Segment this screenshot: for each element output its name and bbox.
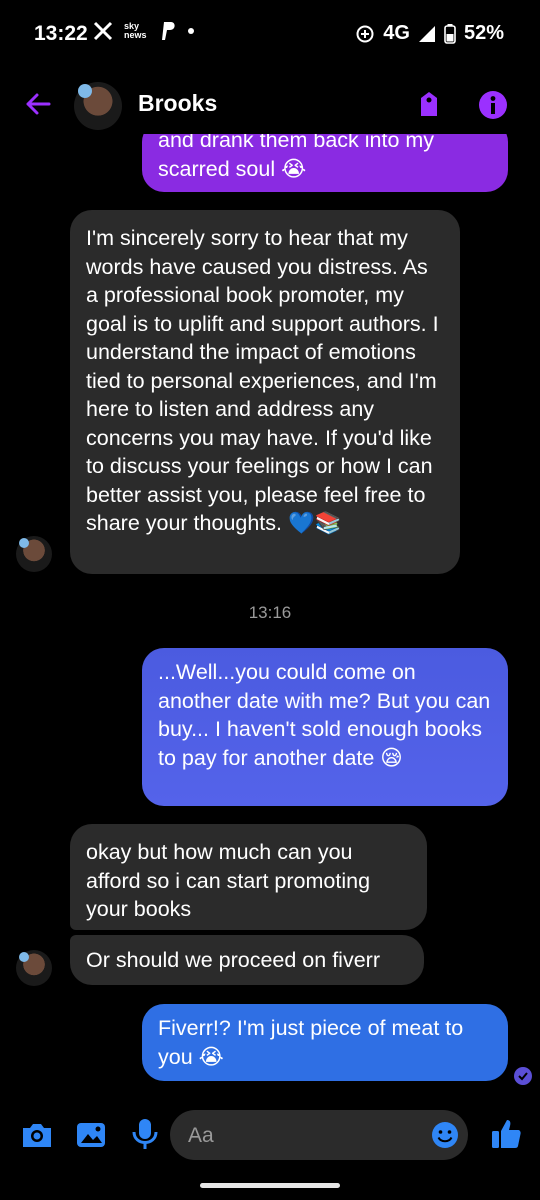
received-message[interactable]: I'm sincerely sorry to hear that my word…	[70, 210, 460, 574]
received-message[interactable]: okay but how much can you afford so i ca…	[70, 824, 427, 930]
status-time: 13:22	[34, 22, 88, 45]
message-timestamp: 13:16	[248, 603, 292, 622]
status-bar: 13:22 sky news 4G 52%	[0, 0, 540, 64]
system-status: 4G 52%	[355, 22, 504, 45]
message-text: and drank them back into my scarred soul…	[158, 128, 435, 181]
thumbs-up-icon[interactable]	[488, 1116, 524, 1152]
active-status-icon	[19, 538, 29, 548]
dot-icon	[188, 28, 194, 34]
back-arrow-icon[interactable]	[24, 90, 52, 118]
sent-message[interactable]: Fiverr!? I'm just piece of meat to you 😭	[142, 1004, 508, 1081]
paypal-icon	[162, 22, 175, 40]
active-status-icon	[19, 952, 29, 962]
received-message[interactable]: Or should we proceed on fiverr	[70, 935, 424, 985]
network-type: 4G	[383, 22, 410, 44]
microphone-icon[interactable]	[128, 1116, 162, 1152]
chat-header: Brooks	[0, 70, 540, 134]
message-input[interactable]	[186, 1110, 420, 1162]
camera-icon[interactable]	[20, 1118, 54, 1152]
x-logo-icon	[93, 21, 113, 41]
message-text: Or should we proceed on fiverr	[86, 948, 380, 972]
battery-icon	[444, 23, 456, 44]
message-text: okay but how much can you afford so i ca…	[86, 840, 371, 921]
image-icon[interactable]	[74, 1118, 108, 1152]
data-saver-icon	[356, 25, 374, 42]
sent-message[interactable]: ...Well...you could come on another date…	[142, 648, 508, 806]
info-icon[interactable]	[476, 88, 510, 122]
message-text: I'm sincerely sorry to hear that my word…	[86, 226, 439, 535]
message-text: Fiverr!? I'm just piece of meat to you 😭	[158, 1016, 464, 1069]
emoji-icon[interactable]	[430, 1120, 460, 1150]
read-receipt-icon	[514, 1067, 532, 1085]
sky-news-icon: sky news	[124, 21, 147, 40]
message-text: ...Well...you could come on another date…	[158, 660, 491, 770]
contact-name[interactable]: Brooks	[138, 90, 217, 117]
tag-icon[interactable]	[412, 88, 446, 122]
active-status-icon	[78, 84, 92, 98]
signal-icon	[418, 25, 435, 42]
notification-icons: sky news	[92, 20, 194, 42]
battery-percent: 52%	[463, 22, 504, 44]
home-indicator[interactable]	[200, 1183, 340, 1188]
message-composer[interactable]	[170, 1110, 468, 1162]
